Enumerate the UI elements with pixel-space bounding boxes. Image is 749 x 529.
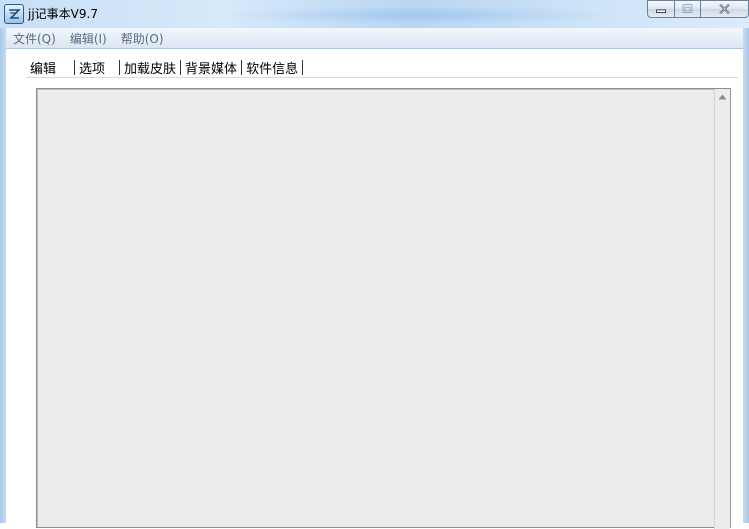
text-editor-area[interactable] bbox=[36, 88, 730, 528]
title-glow bbox=[220, 6, 620, 24]
scroll-up-arrow-icon[interactable] bbox=[718, 94, 727, 100]
tab-background-media[interactable]: 背景媒体 bbox=[181, 58, 241, 77]
menu-file[interactable]: 文件(Q) bbox=[13, 30, 56, 47]
tab-separator bbox=[302, 59, 304, 75]
tab-load-skin[interactable]: 加载皮肤 bbox=[120, 58, 180, 77]
maximize-button[interactable] bbox=[675, 0, 701, 18]
maximize-icon bbox=[682, 4, 693, 13]
menu-help[interactable]: 帮助(O) bbox=[121, 30, 164, 47]
minimize-button[interactable] bbox=[647, 0, 675, 18]
close-button[interactable] bbox=[701, 0, 749, 18]
tab-software-info[interactable]: 软件信息 bbox=[242, 58, 302, 77]
close-icon bbox=[719, 3, 730, 15]
app-icon[interactable] bbox=[4, 4, 24, 24]
window-frame-right bbox=[743, 28, 749, 523]
tab-underline bbox=[26, 77, 738, 78]
tab-edit[interactable]: 编辑 bbox=[26, 58, 74, 77]
tab-strip: 编辑 选项 加载皮肤 背景媒体 软件信息 bbox=[26, 57, 304, 77]
client-area: 编辑 选项 加载皮肤 背景媒体 软件信息 bbox=[6, 49, 743, 529]
minimize-icon bbox=[656, 9, 666, 13]
app-logo-icon bbox=[9, 9, 21, 19]
menu-edit[interactable]: 编辑(I) bbox=[70, 30, 107, 47]
window-controls bbox=[647, 0, 749, 18]
window-title: jj记事本V9.7 bbox=[28, 7, 98, 21]
editor-right-border bbox=[730, 88, 731, 528]
title-bar[interactable]: jj记事本V9.7 bbox=[0, 0, 749, 28]
menu-bar: 文件(Q) 编辑(I) 帮助(O) bbox=[6, 28, 743, 49]
vertical-scrollbar[interactable] bbox=[714, 89, 730, 529]
tab-options[interactable]: 选项 bbox=[75, 58, 119, 77]
